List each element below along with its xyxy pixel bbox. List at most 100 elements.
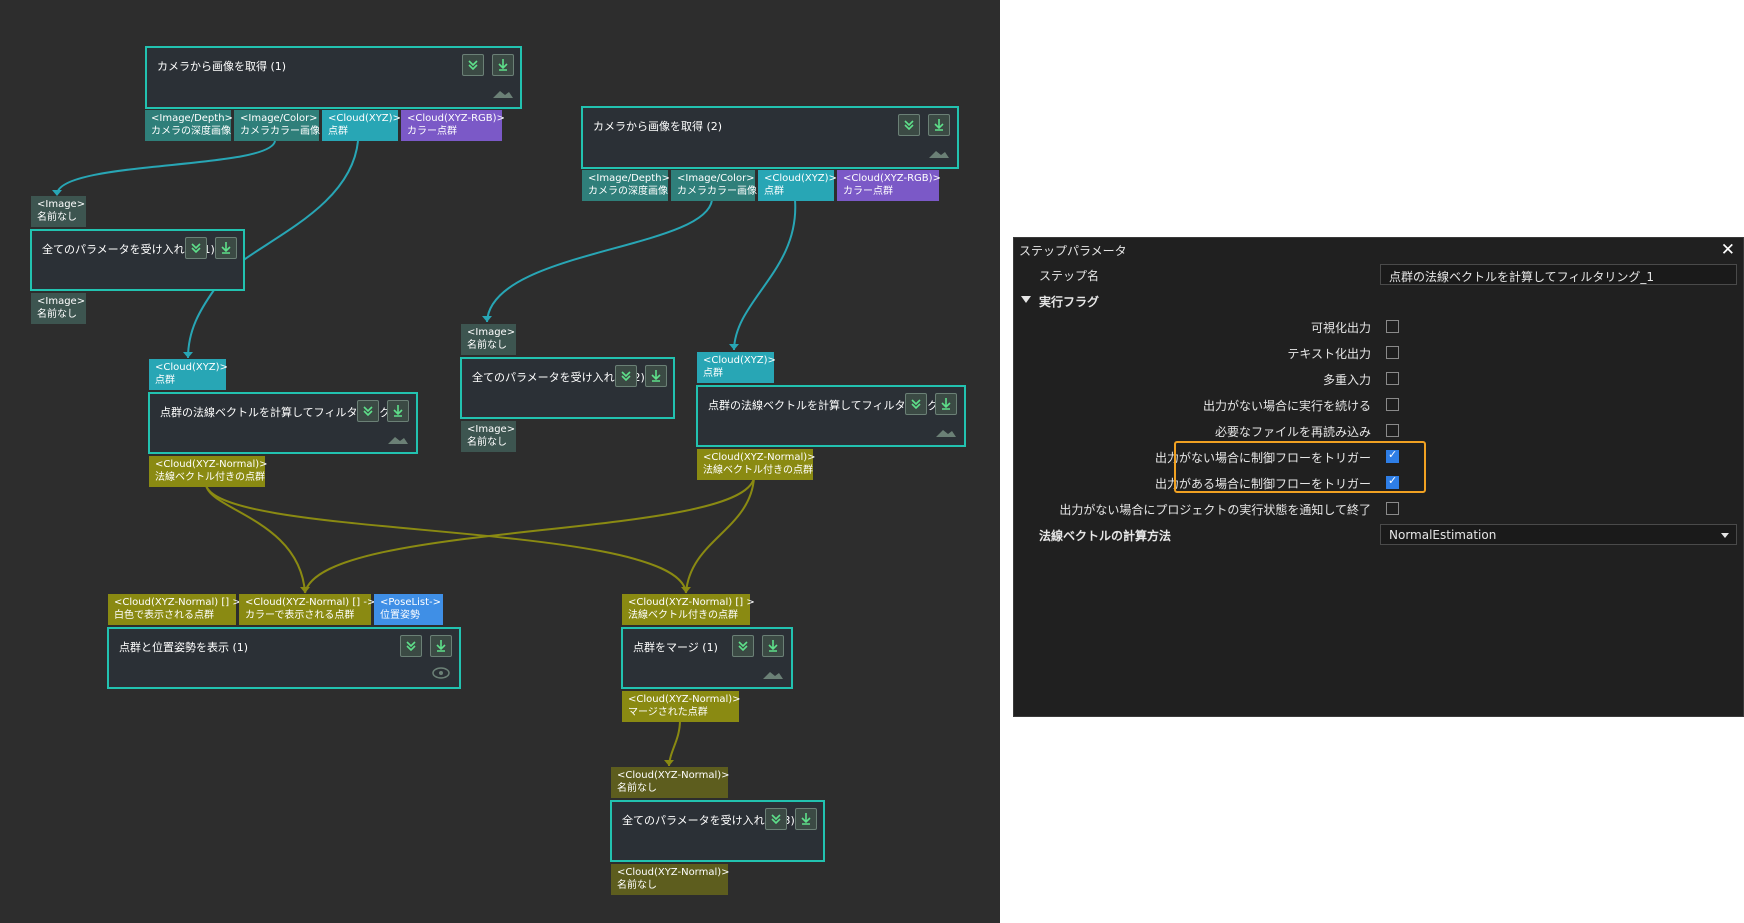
method-label: 法線ベクトルの計算方法 [1039, 529, 1172, 543]
chevron-down-icon [738, 641, 748, 652]
flag-checkbox[interactable] [1386, 502, 1399, 515]
flag-row: 多重入力 [1014, 366, 1743, 391]
node-camera-capture-1[interactable]: カメラから画像を取得 (1) [145, 46, 522, 109]
collapse-button[interactable] [765, 808, 787, 830]
breakpoint-button[interactable] [387, 400, 409, 422]
download-arrow-icon [393, 405, 403, 417]
port-n4-out[interactable]: <Image> 名前なし [461, 421, 516, 452]
step-name-field[interactable]: 点群の法線ベクトルを計算してフィルタリング_1 [1380, 264, 1737, 285]
image-preview-icon [929, 151, 949, 158]
download-arrow-icon [221, 242, 231, 254]
collapse-button[interactable] [185, 237, 207, 259]
node-camera-capture-2[interactable]: カメラから画像を取得 (2) [581, 106, 959, 169]
flag-label: 多重入力 [1322, 373, 1371, 387]
download-arrow-icon [651, 370, 661, 382]
flag-checkbox[interactable] [1386, 398, 1399, 411]
port-n2-rgb[interactable]: <Cloud(XYZ-RGB)> カラー点群 [837, 170, 941, 201]
link-n6-out-to-n7 [304, 477, 755, 594]
image-preview-icon [763, 672, 783, 679]
node-show-cloud-pose-1[interactable]: 点群と位置姿勢を表示 (1) [107, 627, 461, 689]
collapse-button[interactable] [357, 400, 379, 422]
port-n7-in-pose[interactable]: <PoseList-> 位置姿勢 [374, 594, 443, 625]
node-normal-filter-2[interactable]: 点群の法線ベクトルを計算してフィルタリング (2) [696, 385, 966, 447]
port-n1-rgb[interactable]: <Cloud(XYZ-RGB)> カラー点群 [401, 110, 505, 141]
node-title: カメラから画像を取得 (1) [157, 60, 287, 73]
flag-label: 必要なファイルを再読み込み [1214, 425, 1371, 439]
port-n8-out[interactable]: <Cloud(XYZ-Normal)> マージされた点群 [622, 691, 741, 722]
eye-icon [432, 667, 450, 679]
method-selected-value: NormalEstimation [1389, 528, 1497, 542]
breakpoint-button[interactable] [928, 114, 950, 136]
image-preview-icon [388, 437, 408, 444]
collapse-button[interactable] [732, 635, 754, 657]
expand-triangle-icon[interactable] [1021, 296, 1031, 303]
breakpoint-button[interactable] [492, 54, 514, 76]
node-accept-all-params-2[interactable]: 全てのパラメータを受け入れる (2) [460, 357, 675, 419]
arrow-n4-in [482, 316, 492, 322]
port-n1-color[interactable]: <Image/Color> カメラカラー画像 [234, 110, 320, 141]
collapse-button[interactable] [462, 54, 484, 76]
flag-checkbox[interactable] [1386, 424, 1399, 437]
node-merge-cloud-1[interactable]: 点群をマージ (1) [621, 627, 793, 689]
graph-canvas[interactable]: カメラから画像を取得 (1) <Image/Depth> カメラの深度画像 <Im… [0, 0, 1000, 923]
port-n6-out[interactable]: <Cloud(XYZ-Normal)> 法線ベクトル付きの点群 [697, 449, 816, 480]
chevron-down-icon [621, 371, 631, 382]
port-n5-out[interactable]: <Cloud(XYZ-Normal)> 法線ベクトル付きの点群 [149, 456, 268, 487]
flag-label: 出力がない場合に実行を続ける [1202, 399, 1371, 413]
breakpoint-button[interactable] [795, 808, 817, 830]
breakpoint-button[interactable] [645, 365, 667, 387]
link-n5-out-to-n7 [205, 484, 306, 594]
image-preview-icon [493, 91, 513, 98]
port-n3-out[interactable]: <Image> 名前なし [31, 293, 86, 324]
port-n6-in[interactable]: <Cloud(XYZ)> 点群 [697, 352, 776, 383]
download-arrow-icon [436, 640, 446, 652]
port-n2-depth[interactable]: <Image/Depth> カメラの深度画像 [582, 170, 670, 201]
port-n2-color[interactable]: <Image/Color> カメラカラー画像 [671, 170, 757, 201]
port-n7-in-color[interactable]: <Cloud(XYZ-Normal) [] -> カラーで表示される点群 [239, 594, 375, 625]
chevron-down-icon [468, 60, 478, 71]
port-n2-cloud[interactable]: <Cloud(XYZ)> 点群 [758, 170, 837, 201]
port-n5-in[interactable]: <Cloud(XYZ)> 点群 [149, 359, 228, 390]
method-row: 法線ベクトルの計算方法 NormalEstimation [1014, 522, 1743, 547]
port-n1-depth[interactable]: <Image/Depth> カメラの深度画像 [145, 110, 233, 141]
flags-section-header[interactable]: 実行フラグ [1014, 288, 1743, 313]
chevron-down-icon [363, 406, 373, 417]
breakpoint-button[interactable] [430, 635, 452, 657]
arrow-n5-in [183, 352, 193, 358]
port-n9-out[interactable]: <Cloud(XYZ-Normal)> 名前なし [611, 864, 730, 895]
port-n3-in[interactable]: <Image> 名前なし [31, 196, 86, 227]
collapse-button[interactable] [905, 393, 927, 415]
port-n9-in[interactable]: <Cloud(XYZ-Normal)> 名前なし [611, 767, 730, 798]
breakpoint-button[interactable] [215, 237, 237, 259]
port-n1-cloud[interactable]: <Cloud(XYZ)> 点群 [322, 110, 401, 141]
collapse-button[interactable] [615, 365, 637, 387]
collapse-button[interactable] [898, 114, 920, 136]
collapse-button[interactable] [400, 635, 422, 657]
link-n2-cloud-to-n6 [733, 199, 797, 351]
breakpoint-button[interactable] [935, 393, 957, 415]
flag-checkbox[interactable] [1386, 372, 1399, 385]
flag-checkbox[interactable] [1386, 346, 1399, 359]
download-arrow-icon [768, 640, 778, 652]
flag-row: 出力がない場合にプロジェクトの実行状態を通知して終了 [1014, 496, 1743, 521]
flag-row: 可視化出力 [1014, 314, 1743, 339]
node-accept-all-params-1[interactable]: 全てのパラメータを受け入れる (1) [30, 229, 245, 291]
flag-checkbox[interactable] [1386, 320, 1399, 333]
flag-label: 出力がない場合にプロジェクトの実行状態を通知して終了 [1059, 503, 1371, 517]
node-normal-filter-1[interactable]: 点群の法線ベクトルを計算してフィルタリング (1) [148, 392, 418, 454]
node-accept-all-params-3[interactable]: 全てのパラメータを受け入れる (3) [610, 800, 825, 862]
node-title: 点群と位置姿勢を表示 (1) [119, 641, 249, 654]
method-dropdown[interactable]: NormalEstimation [1380, 524, 1737, 545]
port-n7-in-white[interactable]: <Cloud(XYZ-Normal) [] > 白色で表示される点群 [108, 594, 241, 625]
link-n1-color-to-n3 [56, 140, 276, 195]
port-n4-in[interactable]: <Image> 名前なし [461, 324, 516, 355]
chevron-down-icon [191, 243, 201, 254]
step-name-label: ステップ名 [1039, 269, 1100, 283]
download-arrow-icon [498, 59, 508, 71]
image-preview-icon [936, 430, 956, 437]
close-icon[interactable]: ✕ [1721, 240, 1735, 260]
flag-label: テキスト化出力 [1287, 347, 1371, 361]
breakpoint-button[interactable] [762, 635, 784, 657]
dropdown-arrow-icon [1721, 533, 1729, 538]
port-n8-in[interactable]: <Cloud(XYZ-Normal) [] > 法線ベクトル付きの点群 [622, 594, 755, 625]
